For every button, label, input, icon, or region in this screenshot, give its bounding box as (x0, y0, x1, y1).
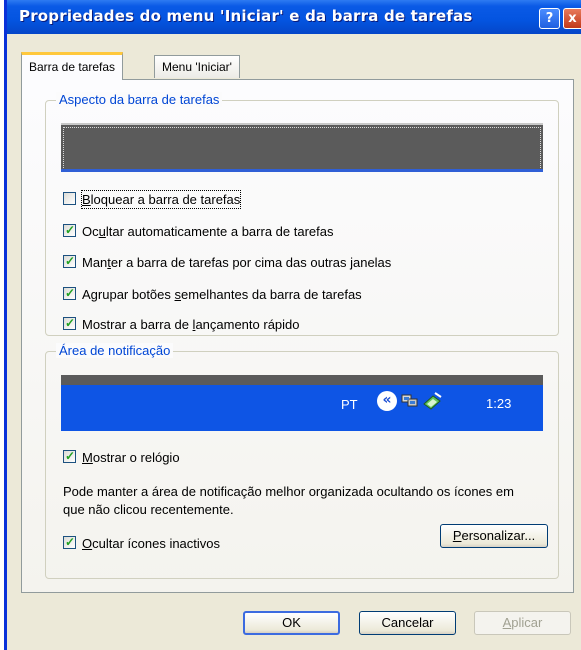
check-mark-icon: ✓ (65, 535, 76, 549)
checkbox-box[interactable]: ✓ (63, 254, 76, 268)
checkbox-label: Ocultar automaticamente a barra de taref… (82, 224, 334, 239)
checkbox-label: Mostrar a barra de lançamento rápido (82, 317, 300, 332)
notification-description: Pode manter a área de notificação melhor… (63, 484, 514, 517)
check-mark-icon: ✓ (65, 254, 76, 268)
checkbox-box[interactable] (63, 192, 76, 205)
checkbox-label: Agrupar botões semelhantes da barra de t… (82, 287, 362, 302)
safely-remove-hardware-icon (423, 392, 442, 410)
tab-start-menu[interactable]: Menu 'Iniciar' (154, 55, 240, 78)
title-bar[interactable]: Propriedades do menu 'Iniciar' e da barr… (7, 0, 581, 34)
close-button[interactable]: x (563, 8, 581, 29)
group-label-appearance: Aspecto da barra de tarefas (56, 92, 223, 107)
notification-area-group: Área de notificação PT « 1:23 ✓ Mostrar … (45, 343, 559, 579)
notification-preview: PT « 1:23 (61, 375, 543, 431)
help-button[interactable]: ? (539, 8, 560, 29)
checkbox-box[interactable]: ✓ (63, 316, 76, 330)
network-icon (401, 394, 418, 407)
checkbox-box[interactable]: ✓ (63, 449, 76, 463)
tab-panel: Aspecto da barra de tarefas Bloquear a b… (21, 79, 574, 593)
customize-button[interactable]: Personalizar... (440, 524, 548, 548)
checkbox-box[interactable]: ✓ (63, 286, 76, 300)
check-mark-icon: ✓ (65, 286, 76, 300)
checkbox-label: Mostrar o relógio (82, 450, 180, 465)
checkbox-label: Ocultar ícones inactivos (82, 536, 221, 551)
taskbar-appearance-group: Aspecto da barra de tarefas Bloquear a b… (45, 92, 559, 336)
check-mark-icon: ✓ (65, 316, 76, 330)
checkbox-label: Manter a barra de tarefas por cima das o… (82, 255, 392, 270)
group-label-notification: Área de notificação (56, 343, 174, 358)
checkbox-label: Bloquear a barra de tarefas (80, 190, 242, 209)
taskbar-preview (61, 123, 543, 172)
chevron-left-icon: « (377, 391, 397, 411)
ok-button[interactable]: OK (243, 611, 340, 635)
check-mark-icon: ✓ (65, 223, 76, 237)
preview-focus-dots (63, 127, 541, 170)
tab-taskbar[interactable]: Barra de tarefas (21, 52, 124, 80)
window-title: Propriedades do menu 'Iniciar' e da barr… (19, 7, 473, 25)
properties-dialog: Propriedades do menu 'Iniciar' e da barr… (4, 0, 581, 650)
language-indicator: PT (341, 397, 358, 412)
check-mark-icon: ✓ (65, 449, 76, 463)
preview-blue-edge (61, 169, 543, 172)
cancel-button[interactable]: Cancelar (359, 611, 456, 635)
apply-button[interactable]: Aplicar (474, 611, 571, 635)
checkbox-box[interactable]: ✓ (63, 535, 76, 549)
tray-clock: 1:23 (486, 396, 512, 411)
checkbox-box[interactable]: ✓ (63, 223, 76, 237)
